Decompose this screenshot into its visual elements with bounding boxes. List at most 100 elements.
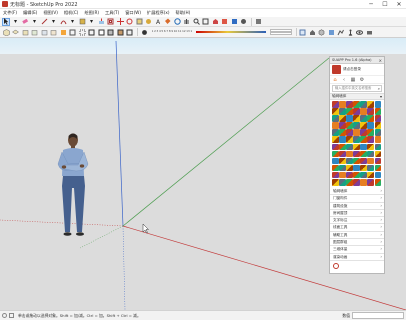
- plugin-tool-icon[interactable]: [339, 108, 346, 115]
- plugin-tool-icon[interactable]: [367, 157, 374, 165]
- plugin-tool-icon[interactable]: [360, 164, 367, 172]
- plugin-tool-icon[interactable]: [367, 115, 374, 122]
- plugin-tool-icon[interactable]: [360, 101, 367, 108]
- plugin-tool-icon[interactable]: [332, 157, 339, 165]
- plugin-tool-icon[interactable]: [360, 157, 367, 165]
- login-prompt[interactable]: 请点击登录: [343, 67, 361, 72]
- plugin-tool-icon[interactable]: [353, 108, 360, 115]
- pane-doors-windows[interactable]: 门窗构件 ›: [330, 195, 384, 203]
- plugin-tool-icon[interactable]: [339, 129, 346, 136]
- plugin-tool-icon[interactable]: [332, 108, 339, 115]
- maximize-button[interactable]: ☐: [378, 0, 392, 9]
- shaded-textures-style-icon[interactable]: [116, 28, 124, 36]
- plugin-tool-icon[interactable]: [353, 115, 360, 122]
- plugin-tool-icon[interactable]: [332, 150, 339, 158]
- shaded-style-icon[interactable]: [107, 28, 115, 36]
- wireframe-style-icon[interactable]: [88, 28, 96, 36]
- plugin-tool-icon[interactable]: [339, 115, 346, 122]
- plugin-tool-icon[interactable]: [346, 122, 353, 129]
- plugin-tool-icon[interactable]: [374, 164, 382, 172]
- close-button[interactable]: ✕: [392, 0, 406, 9]
- tape-measure-icon[interactable]: [145, 18, 153, 26]
- plugin-tool-icon[interactable]: [339, 101, 346, 108]
- plugin-tool-icon[interactable]: [339, 143, 346, 151]
- plugin-tool-icon[interactable]: [367, 129, 374, 136]
- plugin-tool-icon[interactable]: [374, 108, 382, 115]
- dropdown-chevron-icon[interactable]: ▾: [31, 18, 39, 26]
- plugin-tool-icon[interactable]: [353, 171, 360, 179]
- menu-window[interactable]: 窗口(W): [125, 10, 141, 16]
- plugin-tool-icon[interactable]: [346, 164, 353, 172]
- menu-edit[interactable]: 编辑(E): [23, 10, 37, 16]
- plugin-tool-icon[interactable]: [332, 129, 339, 136]
- scene-add-icon[interactable]: [299, 28, 307, 36]
- plugin-search-input[interactable]: 输入插件中英文名称搜索 ⌕: [332, 85, 382, 92]
- plugin-tool-icon[interactable]: [332, 143, 339, 151]
- zoom-tool-icon[interactable]: [192, 18, 200, 26]
- plugin-tool-icon[interactable]: [374, 136, 382, 143]
- look-around-icon[interactable]: [356, 28, 364, 36]
- tray-profile[interactable]: 请点击登录: [330, 64, 384, 76]
- plugin-tool-icon[interactable]: [360, 122, 367, 129]
- section-header[interactable]: 轴网墙体 ▾: [330, 93, 384, 100]
- plugin-tool-icon[interactable]: [353, 129, 360, 136]
- plugin-tool-icon[interactable]: [332, 164, 339, 172]
- text-tool-icon[interactable]: A: [154, 18, 162, 26]
- iso-view-icon[interactable]: [2, 28, 10, 36]
- plugin-tool-icon[interactable]: [339, 150, 346, 158]
- plugin-tool-icon[interactable]: [367, 143, 374, 151]
- top-view-icon[interactable]: [12, 28, 20, 36]
- back-icon[interactable]: ‹: [341, 77, 347, 83]
- rotate-tool-icon[interactable]: [126, 18, 134, 26]
- line-tool-icon[interactable]: [40, 18, 48, 26]
- arc-tool-icon[interactable]: [59, 18, 67, 26]
- plugin-tool-icon[interactable]: [339, 171, 346, 179]
- extension-warehouse-icon[interactable]: [221, 18, 229, 26]
- plugin-tool-icon[interactable]: [367, 136, 374, 143]
- pane-layers-groups[interactable]: 图层群组 ›: [330, 239, 384, 247]
- plugin-tool-icon[interactable]: [367, 179, 374, 186]
- plugin-tool-icon[interactable]: [353, 122, 360, 129]
- plugin-tool-icon[interactable]: [360, 171, 367, 179]
- geo-location-status-icon[interactable]: [2, 313, 7, 318]
- shadows-icon[interactable]: [140, 28, 148, 36]
- plugin-tool-icon[interactable]: [374, 157, 382, 165]
- plugin-tool-icon[interactable]: [360, 179, 367, 186]
- plugin-tool-icon[interactable]: [360, 150, 367, 158]
- plugin-tool-icon[interactable]: [353, 179, 360, 186]
- back-view-icon[interactable]: [40, 28, 48, 36]
- grid-icon[interactable]: ▦: [350, 77, 356, 83]
- plugin-tool-icon[interactable]: [374, 122, 382, 129]
- minimize-button[interactable]: ─: [364, 0, 378, 9]
- dropdown-chevron-icon[interactable]: ▾: [88, 18, 96, 26]
- pane-render-animation[interactable]: 渲染动画 ›: [330, 254, 384, 261]
- plugin-tool-icon[interactable]: [374, 101, 382, 108]
- plugin-tool-icon[interactable]: [353, 164, 360, 172]
- push-pull-tool-icon[interactable]: [97, 18, 105, 26]
- plugin-tool-icon[interactable]: [332, 179, 339, 186]
- plugin-tool-icon[interactable]: [346, 150, 353, 158]
- measurement-input[interactable]: [352, 312, 404, 319]
- right-view-icon[interactable]: [31, 28, 39, 36]
- plugin-tool-icon[interactable]: [346, 143, 353, 151]
- back-edges-style-icon[interactable]: [78, 28, 86, 36]
- dropdown-chevron-icon[interactable]: ▾: [50, 18, 58, 26]
- plugin-tool-icon[interactable]: [374, 150, 382, 158]
- warehouse-icon[interactable]: [211, 18, 219, 26]
- monochrome-style-icon[interactable]: [126, 28, 134, 36]
- plugin-tool-icon[interactable]: [360, 108, 367, 115]
- menu-file[interactable]: 文件(F): [3, 10, 17, 16]
- plugin-tool-icon[interactable]: [360, 136, 367, 143]
- menu-extensions[interactable]: 扩展程序(x): [147, 10, 170, 16]
- plugin-tool-icon[interactable]: [332, 136, 339, 143]
- extension-manager-icon[interactable]: [240, 18, 248, 26]
- move-tool-icon[interactable]: [116, 18, 124, 26]
- shape-tool-icon[interactable]: [78, 18, 86, 26]
- paint-bucket-icon[interactable]: [164, 18, 172, 26]
- shadow-time-slider[interactable]: [195, 29, 266, 35]
- plugin-tool-icon[interactable]: [339, 122, 346, 129]
- plugin-tool-icon[interactable]: [332, 122, 339, 129]
- offset-tool-icon[interactable]: [107, 18, 115, 26]
- plugin-tool-icon[interactable]: [360, 143, 367, 151]
- walk-icon[interactable]: [346, 28, 354, 36]
